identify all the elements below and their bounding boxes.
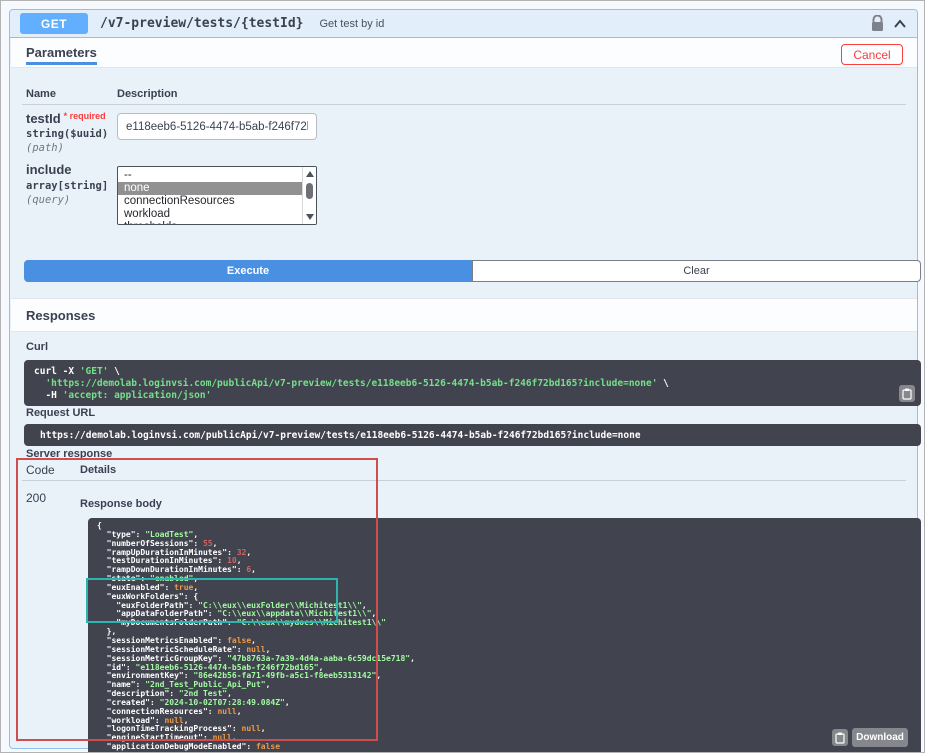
include-listbox[interactable]: --noneconnectionResourcesworkloadthresho… — [117, 166, 317, 225]
param-include-type: array[string] — [26, 180, 108, 192]
chevron-up-icon[interactable] — [893, 18, 907, 30]
include-options: --noneconnectionResourcesworkloadthresho… — [118, 167, 302, 224]
scroll-up-icon[interactable] — [306, 171, 314, 177]
include-option-workload[interactable]: workload — [118, 208, 302, 221]
parameters-section-header: Parameters Cancel — [11, 38, 917, 68]
include-option-connectionResources[interactable]: connectionResources — [118, 195, 302, 208]
status-code: 200 — [26, 491, 46, 505]
include-option-thresholds[interactable]: thresholds — [118, 221, 302, 224]
scroll-thumb[interactable] — [306, 183, 313, 199]
response-body-label: Response body — [80, 498, 162, 510]
request-url-label: Request URL — [26, 407, 95, 419]
parameters-title: Parameters — [26, 45, 97, 60]
lock-icon[interactable] — [870, 15, 885, 32]
param-testid-name: testId* required — [26, 110, 106, 128]
testid-input[interactable] — [117, 113, 317, 140]
response-table-divider — [22, 480, 906, 481]
table-header-divider — [22, 104, 906, 105]
opblock-get: GET /v7-preview/tests/{testId} Get test … — [9, 9, 918, 749]
responses-title: Responses — [26, 308, 95, 323]
response-body-block: { "type": "LoadTest", "numberOfSessions"… — [88, 518, 921, 753]
listbox-scrollbar[interactable] — [302, 167, 316, 224]
curl-command-block: curl -X 'GET' \ 'https://demolab.loginvs… — [24, 360, 921, 406]
copy-response-button[interactable] — [832, 729, 848, 746]
include-option---[interactable]: -- — [118, 169, 302, 182]
copy-curl-button[interactable] — [899, 385, 915, 402]
column-header-name: Name — [26, 88, 56, 100]
tab-parameters[interactable]: Parameters — [26, 38, 97, 67]
request-url-block: https://demolab.loginvsi.com/publicApi/v… — [24, 424, 921, 446]
swagger-operation-panel: GET /v7-preview/tests/{testId} Get test … — [0, 0, 925, 753]
responses-section-header: Responses — [11, 298, 917, 332]
include-option-none[interactable]: none — [118, 182, 302, 195]
http-method-badge: GET — [20, 13, 88, 34]
execute-button[interactable]: Execute — [24, 260, 472, 282]
code-header: Code — [26, 463, 55, 477]
tab-active-underline — [26, 62, 97, 65]
param-include-name: include — [26, 162, 72, 177]
clipboard-icon — [835, 732, 845, 744]
param-testid-location: (path) — [26, 142, 64, 154]
response-body-json: { "type": "LoadTest", "numberOfSessions"… — [97, 522, 912, 753]
details-header: Details — [80, 464, 116, 476]
endpoint-path: /v7-preview/tests/{testId} — [100, 16, 304, 31]
endpoint-summary: Get test by id — [320, 18, 385, 30]
column-header-description: Description — [117, 88, 178, 100]
download-button[interactable]: Download — [852, 728, 908, 747]
server-response-label: Server response — [26, 448, 112, 460]
param-include-location: (query) — [26, 194, 70, 206]
curl-command-text: curl -X 'GET' \ 'https://demolab.loginvs… — [34, 366, 911, 402]
required-badge: * required — [64, 111, 106, 121]
clear-button[interactable]: Clear — [472, 260, 921, 282]
curl-label: Curl — [26, 341, 48, 353]
clipboard-icon — [902, 388, 912, 400]
request-url-text: https://demolab.loginvsi.com/publicApi/v… — [40, 430, 641, 441]
scroll-down-icon[interactable] — [306, 214, 314, 220]
opblock-header[interactable]: GET /v7-preview/tests/{testId} Get test … — [10, 10, 917, 38]
cancel-button[interactable]: Cancel — [841, 44, 903, 65]
param-testid-type: string($uuid) — [26, 128, 108, 140]
